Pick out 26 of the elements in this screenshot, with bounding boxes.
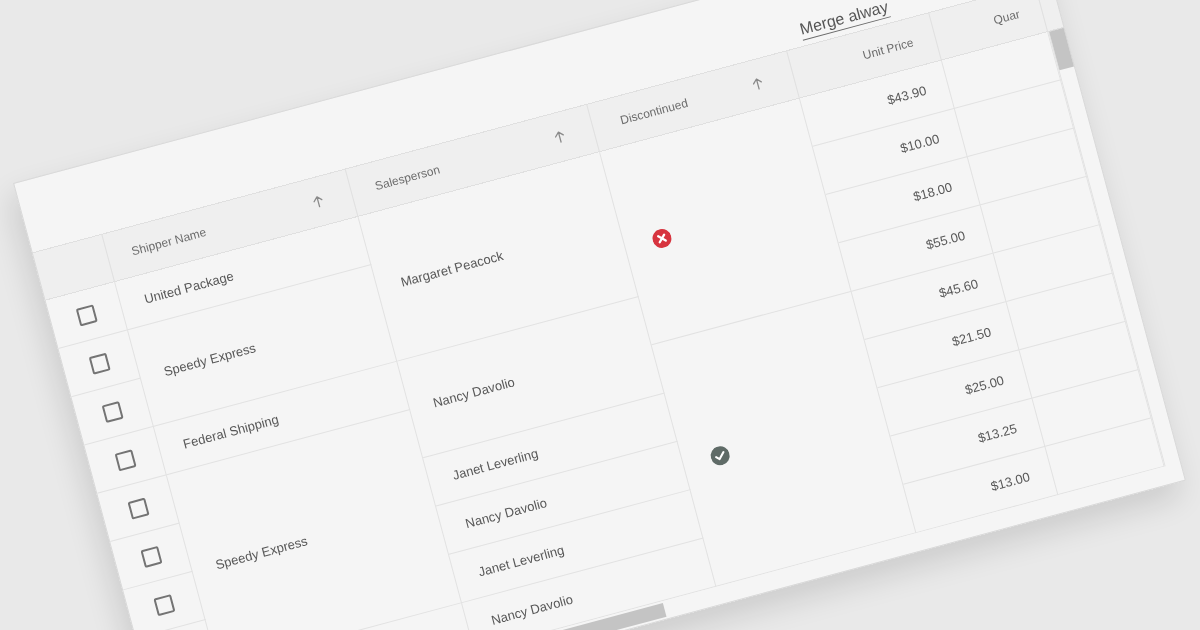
checkbox[interactable]: [75, 304, 98, 327]
checkbox[interactable]: [113, 448, 136, 471]
shipper-name: Federal Shipping: [181, 411, 281, 452]
salesperson-name: Nancy Davolio: [489, 591, 575, 629]
shipper-name: Speedy Express: [161, 339, 258, 380]
price-value: $13.00: [989, 468, 1032, 495]
price-value: $18.00: [911, 178, 954, 205]
price-value: $13.25: [976, 420, 1019, 447]
checkbox[interactable]: [88, 352, 111, 375]
checkbox[interactable]: [152, 593, 175, 616]
salesperson-name: Nancy Davolio: [463, 494, 549, 532]
merge-mode-select[interactable]: Merge alway: [797, 0, 891, 41]
price-value: $55.00: [924, 227, 967, 253]
salesperson-name: Janet Leverling: [476, 541, 566, 580]
checkbox[interactable]: [126, 497, 149, 520]
salesperson-name: Nancy Davolio: [431, 373, 517, 411]
shipper-name: Speedy Express: [213, 532, 310, 573]
checkbox[interactable]: [101, 400, 124, 423]
checkbox[interactable]: [139, 545, 162, 568]
price-value: $10.00: [898, 130, 942, 157]
salesperson-name: Janet Leverling: [450, 445, 540, 484]
scrollbar-thumb[interactable]: [1049, 27, 1074, 71]
price-value: $21.50: [950, 323, 993, 350]
price-value: $45.60: [937, 275, 980, 302]
price-value: $25.00: [963, 372, 1006, 398]
salesperson-name: Margaret Peacock: [398, 247, 505, 291]
